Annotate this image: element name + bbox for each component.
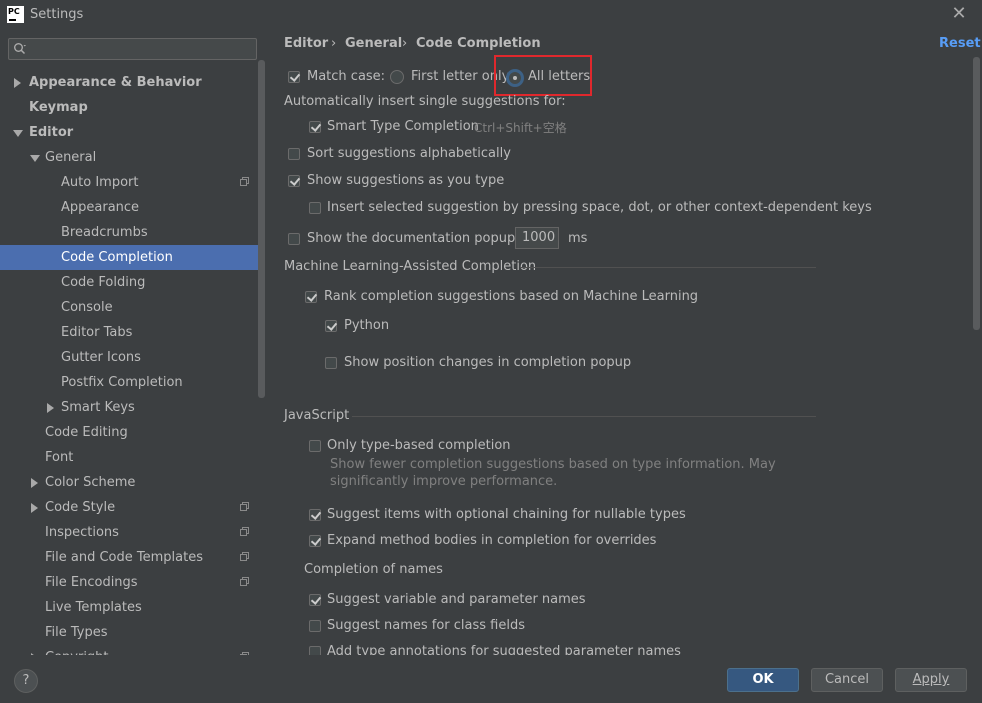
sidebar-item-live-templates[interactable]: Live Templates	[0, 595, 258, 620]
chevron-right-icon[interactable]	[14, 78, 21, 88]
project-scope-icon	[240, 527, 249, 536]
window-title: Settings	[30, 7, 84, 22]
reset-link[interactable]: Reset	[939, 36, 981, 51]
show-as-type-checkbox[interactable]	[288, 175, 300, 187]
chevron-right-icon[interactable]	[31, 503, 38, 513]
sidebar-item-general[interactable]: General	[0, 145, 258, 170]
only-type-based-description: significantly improve performance.	[330, 474, 558, 489]
ms-label: ms	[568, 231, 588, 246]
expand-method-bodies-label: Expand method bodies in completion for o…	[327, 533, 657, 548]
annotation-highlight-box	[494, 55, 592, 96]
sidebar-item-font[interactable]: Font	[0, 445, 258, 470]
ml-section-title: Machine Learning-Assisted Completion	[284, 259, 537, 274]
show-position-changes-label: Show position changes in completion popu…	[344, 355, 632, 370]
cancel-button[interactable]: Cancel	[811, 668, 883, 692]
sidebar-item-code-editing[interactable]: Code Editing	[0, 420, 258, 445]
sidebar-item-appearance-behavior[interactable]: Appearance & Behavior	[0, 70, 258, 95]
content-scrollbar[interactable]	[973, 57, 980, 330]
sidebar-item-console[interactable]: Console	[0, 295, 258, 320]
section-divider	[352, 416, 816, 417]
pycharm-logo-icon: PC	[7, 6, 24, 23]
show-position-changes-checkbox[interactable]	[325, 357, 337, 369]
sidebar-item-code-style[interactable]: Code Style	[0, 495, 258, 520]
optional-chaining-label: Suggest items with optional chaining for…	[327, 507, 686, 522]
breadcrumb-editor: Editor	[284, 36, 329, 51]
optional-chaining-checkbox[interactable]	[309, 509, 321, 521]
insert-selected-label: Insert selected suggestion by pressing s…	[327, 200, 872, 215]
show-doc-popup-label: Show the documentation popup in	[307, 231, 532, 246]
first-letter-radio[interactable]	[390, 70, 404, 84]
expand-method-bodies-checkbox[interactable]	[309, 535, 321, 547]
project-scope-icon	[240, 177, 249, 186]
sidebar-item-smart-keys[interactable]: Smart Keys	[0, 395, 258, 420]
apply-button[interactable]: Apply	[895, 668, 967, 692]
completion-of-names-heading: Completion of names	[304, 562, 443, 577]
auto-insert-heading: Automatically insert single suggestions …	[284, 94, 566, 109]
chevron-right-icon[interactable]	[47, 403, 54, 413]
suggest-var-names-checkbox[interactable]	[309, 594, 321, 606]
help-button[interactable]: ?	[14, 669, 38, 693]
only-type-based-label: Only type-based completion	[327, 438, 511, 453]
suggest-class-fields-checkbox[interactable]	[309, 620, 321, 632]
suggest-class-fields-label: Suggest names for class fields	[327, 618, 526, 633]
close-icon[interactable]: ✕	[950, 4, 968, 24]
sidebar-item-appearance[interactable]: Appearance	[0, 195, 258, 220]
sidebar-item-editor[interactable]: Editor	[0, 120, 258, 145]
ok-button[interactable]: OK	[727, 668, 799, 692]
only-type-based-description: Show fewer completion suggestions based …	[330, 457, 776, 472]
smart-type-shortcut: Ctrl+Shift+空格	[474, 121, 567, 135]
python-checkbox[interactable]	[325, 320, 337, 332]
chevron-right-icon[interactable]	[31, 478, 38, 488]
project-scope-icon	[240, 552, 249, 561]
project-scope-icon	[240, 577, 249, 586]
sidebar-scrollbar[interactable]	[258, 60, 265, 398]
sidebar-item-color-scheme[interactable]: Color Scheme	[0, 470, 258, 495]
sidebar-item-auto-import[interactable]: Auto Import	[0, 170, 258, 195]
sidebar-item-inspections[interactable]: Inspections	[0, 520, 258, 545]
smart-type-checkbox[interactable]	[309, 121, 321, 133]
js-section-title: JavaScript	[284, 408, 350, 423]
rank-ml-checkbox[interactable]	[305, 291, 317, 303]
chevron-down-icon[interactable]	[13, 130, 23, 137]
page-title: Code Completion	[416, 36, 541, 51]
sidebar-item-file-types[interactable]: File Types	[0, 620, 258, 645]
python-label: Python	[344, 318, 390, 333]
search-icon	[14, 43, 26, 55]
sidebar-item-copyright[interactable]: Copyright	[0, 645, 258, 655]
rank-ml-label: Rank completion suggestions based on Mac…	[324, 289, 699, 304]
sidebar-item-breadcrumbs[interactable]: Breadcrumbs	[0, 220, 258, 245]
sidebar-item-editor-tabs[interactable]: Editor Tabs	[0, 320, 258, 345]
insert-selected-checkbox[interactable]	[309, 202, 321, 214]
sidebar-item-keymap[interactable]: Keymap	[0, 95, 258, 120]
show-doc-popup-checkbox[interactable]	[288, 233, 300, 245]
suggest-var-names-label: Suggest variable and parameter names	[327, 592, 586, 607]
sidebar-item-gutter-icons[interactable]: Gutter Icons	[0, 345, 258, 370]
match-case-label: Match case:	[307, 69, 386, 84]
doc-delay-input[interactable]: 1000	[515, 227, 559, 249]
sidebar-item-code-folding[interactable]: Code Folding	[0, 270, 258, 295]
title-bar	[0, 0, 982, 30]
only-type-based-checkbox[interactable]	[309, 440, 321, 452]
match-case-checkbox[interactable]	[288, 71, 300, 83]
sidebar-item-code-completion[interactable]: Code Completion	[0, 245, 258, 270]
smart-type-label: Smart Type Completion	[327, 119, 479, 134]
sort-alpha-label: Sort suggestions alphabetically	[307, 146, 511, 161]
project-scope-icon	[240, 502, 249, 511]
chevron-down-icon[interactable]	[30, 155, 40, 162]
show-as-type-label: Show suggestions as you type	[307, 173, 505, 188]
breadcrumb-general: General	[345, 36, 403, 51]
section-divider	[520, 267, 816, 268]
sidebar-item-file-code-templates[interactable]: File and Code Templates	[0, 545, 258, 570]
sidebar-item-file-encodings[interactable]: File Encodings	[0, 570, 258, 595]
apply-button-label: Apply	[912, 672, 950, 687]
sort-alpha-checkbox[interactable]	[288, 148, 300, 160]
breadcrumb-separator: ›	[402, 36, 408, 51]
settings-sidebar: Appearance & Behavior Keymap Editor Gene…	[0, 30, 267, 655]
search-input[interactable]	[8, 38, 257, 60]
breadcrumb-separator: ›	[331, 36, 337, 51]
sidebar-item-postfix-completion[interactable]: Postfix Completion	[0, 370, 258, 395]
